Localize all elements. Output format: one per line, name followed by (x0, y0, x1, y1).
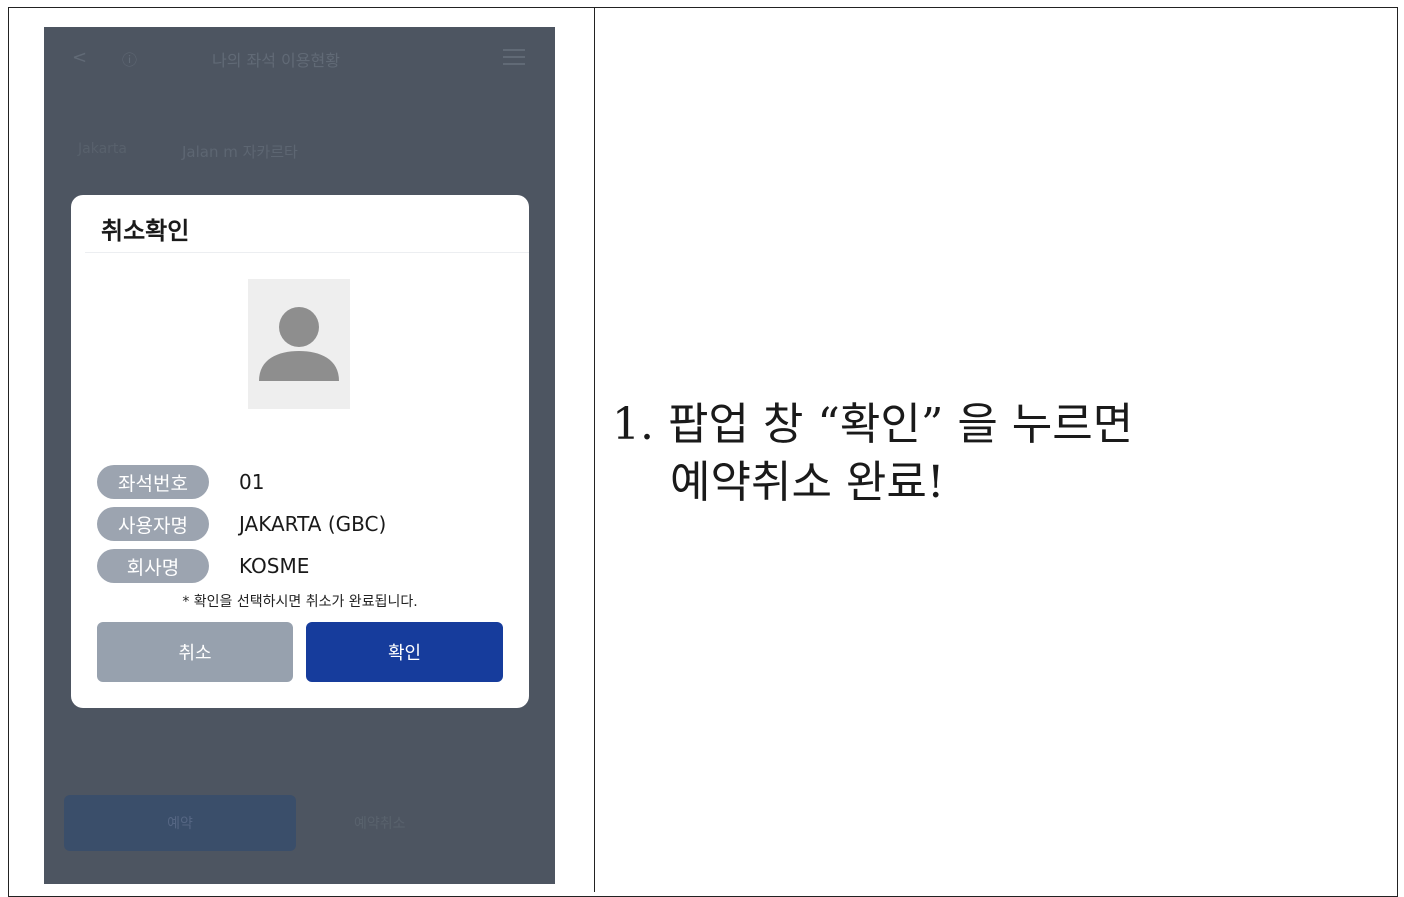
location-label: Jakarta (78, 141, 127, 157)
instruction-line-2: 예약취소 완료! (670, 457, 945, 508)
reserve-button[interactable]: 예약 (64, 795, 296, 851)
company-value: KOSME (239, 554, 310, 578)
confirm-button[interactable]: 확인 (306, 622, 503, 682)
phone-header: < ⓘ 나의 좌석 이용현황 (44, 27, 555, 91)
seat-number-value: 01 (239, 470, 265, 494)
confirm-note: * 확인을 선택하시면 취소가 완료됩니다. (182, 594, 418, 610)
back-icon[interactable]: < (72, 47, 87, 68)
phone-header-title: 나의 좌석 이용현황 (212, 51, 340, 70)
info-icon[interactable]: ⓘ (122, 49, 137, 70)
table-divider (594, 7, 595, 892)
phone-screenshot: < ⓘ 나의 좌석 이용현황 Jakarta Jalan m 자카르타 예약 예… (44, 27, 555, 884)
user-name-label: 사용자명 (97, 507, 209, 541)
hamburger-icon[interactable] (503, 44, 525, 70)
instruction-line-1: 1. 팝업 창 “확인” 을 누르면 (612, 399, 1134, 450)
seat-number-label: 좌석번호 (97, 465, 209, 499)
company-label: 회사명 (97, 549, 209, 583)
user-name-value: JAKARTA (GBC) (239, 512, 387, 536)
cancel-confirm-dialog: 취소확인 좌석번호 01 사용자명 JAKARTA (GBC) 회사명 KOSM… (71, 195, 529, 708)
dialog-title: 취소확인 (101, 217, 190, 245)
location-subtitle: Jalan m 자카르타 (182, 143, 298, 161)
dialog-separator (85, 252, 529, 253)
reservation-cancel-link[interactable]: 예약취소 (354, 813, 406, 833)
person-placeholder-icon (248, 279, 350, 409)
instruction-text: 1. 팝업 창 “확인” 을 누르면 예약취소 완료! (612, 396, 1133, 512)
cancel-button[interactable]: 취소 (97, 622, 293, 682)
